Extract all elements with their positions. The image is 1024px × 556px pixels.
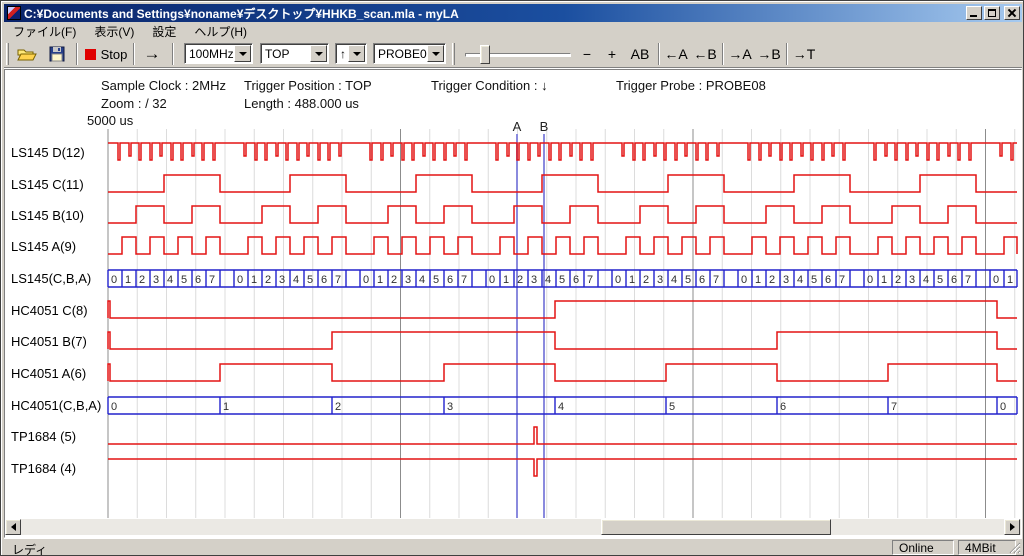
app-icon <box>7 6 21 20</box>
chevron-down-icon[interactable] <box>348 45 365 62</box>
chevron-down-icon[interactable] <box>310 45 327 62</box>
trigger-condition-info: Trigger Condition : ↓ <box>431 78 548 93</box>
stop-button[interactable]: Stop <box>82 42 130 66</box>
minimize-icon <box>970 15 977 17</box>
close-icon <box>1005 7 1019 19</box>
menu-item-file[interactable]: ファイル(F) <box>4 22 85 41</box>
toolbar-grip[interactable] <box>452 43 455 65</box>
trigger-position-info: Trigger Position : TOP <box>244 78 372 93</box>
channel-label: LS145(C,B,A) <box>11 271 91 286</box>
stop-icon <box>85 49 96 60</box>
arrow-right-icon <box>1010 523 1019 531</box>
channel-label: HC4051 A(6) <box>11 366 86 381</box>
zoom-info: Zoom : / 32 <box>101 96 167 111</box>
status-online-badge: Online <box>892 540 954 555</box>
trigger-position-combo[interactable]: TOP <box>260 43 329 64</box>
horizontal-scrollbar[interactable] <box>5 519 1021 535</box>
channel-label: LS145 D(12) <box>11 145 85 160</box>
channel-label: LS145 B(10) <box>11 208 84 223</box>
trigger-position-value: TOP <box>261 47 310 61</box>
probe-combo[interactable]: PROBE00 <box>373 43 446 64</box>
run-button[interactable]: → <box>138 42 166 66</box>
menu-item-settings[interactable]: 設定 <box>143 22 185 41</box>
toolbar: Stop → 100MHz TOP ↑ PROBE00 − + AB <box>4 40 1022 69</box>
toolbar-separator <box>786 43 788 65</box>
maximize-icon <box>988 9 996 17</box>
goto-trigger-button[interactable]: →T <box>790 42 818 66</box>
toolbar-separator <box>658 43 660 65</box>
move-to-cursor-a-button[interactable]: ←A <box>662 42 690 66</box>
ab-cursors-button[interactable]: AB <box>625 42 655 66</box>
window-title: C:¥Documents and Settings¥noname¥デスクトップ¥… <box>24 5 459 22</box>
zoom-out-button[interactable]: − <box>576 42 598 66</box>
channel-label: HC4051 C(8) <box>11 303 88 318</box>
toolbar-grip[interactable] <box>6 43 9 65</box>
time-scale-label: 5000 us <box>87 113 133 128</box>
close-button[interactable] <box>1004 6 1020 20</box>
sample-clock-info: Sample Clock : 2MHz <box>101 78 226 93</box>
toolbar-separator <box>722 43 724 65</box>
channel-label: LS145 C(11) <box>11 177 84 192</box>
arrow-left-icon <box>7 523 16 531</box>
open-folder-icon <box>17 47 37 62</box>
trigger-edge-combo[interactable]: ↑ <box>335 43 367 64</box>
menu-item-help[interactable]: ヘルプ(H) <box>185 22 256 41</box>
scroll-thumb[interactable] <box>601 519 831 535</box>
channel-label: TP1684 (4) <box>11 461 76 476</box>
save-button[interactable] <box>44 42 70 66</box>
zoom-in-button[interactable]: + <box>601 42 623 66</box>
move-to-cursor-b-button[interactable]: ←B <box>691 42 719 66</box>
channel-label: HC4051(C,B,A) <box>11 398 101 413</box>
toolbar-separator <box>133 43 135 65</box>
channel-label: TP1684 (5) <box>11 429 76 444</box>
channel-label: HC4051 B(7) <box>11 334 87 349</box>
stop-label: Stop <box>101 47 128 62</box>
sample-clock-combo[interactable]: 100MHz <box>184 43 253 64</box>
set-cursor-a-button[interactable]: →A <box>726 42 754 66</box>
sample-clock-value: 100MHz <box>185 47 234 61</box>
status-ready-text: レディ <box>12 541 47 556</box>
minimize-button[interactable] <box>966 6 982 20</box>
statusbar: レディ Online 4MBit <box>4 538 1022 555</box>
chevron-down-icon[interactable] <box>427 45 444 62</box>
save-floppy-icon <box>49 46 65 62</box>
scroll-right-button[interactable] <box>1004 519 1020 535</box>
run-arrow-icon: → <box>144 44 161 64</box>
channel-label: LS145 A(9) <box>11 239 76 254</box>
chevron-down-icon[interactable] <box>234 45 251 62</box>
open-file-button[interactable] <box>14 42 40 66</box>
window-titlebar[interactable]: C:¥Documents and Settings¥noname¥デスクトップ¥… <box>4 4 1022 22</box>
maximize-button[interactable] <box>984 6 1000 20</box>
length-info: Length : 488.000 us <box>244 96 359 111</box>
trigger-edge-value: ↑ <box>336 47 348 61</box>
menubar: ファイル(F) 表示(V) 設定 ヘルプ(H) <box>4 22 1022 40</box>
zoom-slider-thumb[interactable] <box>480 45 490 64</box>
set-cursor-b-button[interactable]: →B <box>755 42 783 66</box>
trigger-probe-info: Trigger Probe : PROBE08 <box>616 78 766 93</box>
menu-item-view[interactable]: 表示(V) <box>85 22 143 41</box>
waveform-client-area[interactable] <box>4 69 1022 538</box>
scroll-left-button[interactable] <box>5 519 21 535</box>
toolbar-separator <box>76 43 78 65</box>
toolbar-separator <box>172 43 174 65</box>
probe-value: PROBE00 <box>374 47 427 61</box>
app-window: C:¥Documents and Settings¥noname¥デスクトップ¥… <box>0 0 1024 556</box>
resize-grip[interactable] <box>1008 541 1021 554</box>
